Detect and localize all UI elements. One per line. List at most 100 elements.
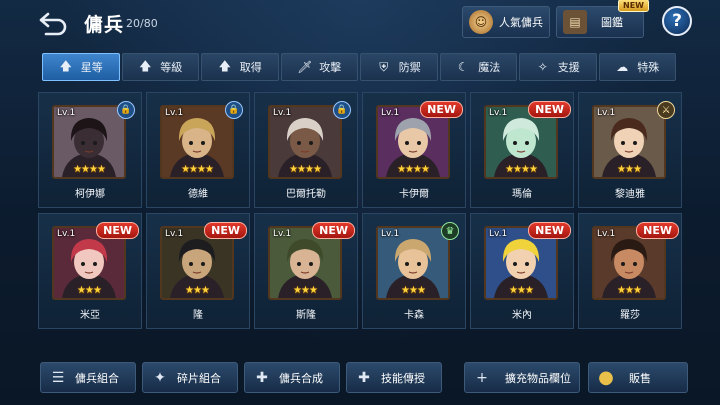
- mercenary-grid: Lv.1 ★★★★ 🔒 柯伊娜 Lv.1 ★★★★ 🔒 德維 Lv.1 ★★★★ 🔒 巴爾托勒 Lv.1…: [38, 92, 684, 356]
- action-button-5[interactable]: ● 販售: [588, 362, 688, 393]
- support-icon: ✧: [537, 60, 548, 74]
- hero-portrait: Lv.1 ★★★: [376, 226, 450, 300]
- hero-name: 巴爾托勒: [286, 189, 326, 200]
- hero-card[interactable]: Lv.1 ★★★★ 🔒 巴爾托勒: [254, 92, 358, 208]
- shield-icon: ⛨: [379, 59, 389, 74]
- hero-level: Lv.1: [273, 229, 292, 239]
- codex-new-badge: NEW: [618, 0, 649, 12]
- help-button[interactable]: ?: [662, 6, 692, 36]
- hero-name: 瑪倫: [512, 189, 532, 200]
- hero-card[interactable]: Lv.1 ★★★ NEW 隆: [146, 213, 250, 329]
- codex-button[interactable]: ▤ 圖鑑 NEW: [556, 0, 649, 38]
- lock-icon: 🔒: [333, 101, 351, 119]
- hero-card[interactable]: Lv.1 ★★★★ 🔒 柯伊娜: [38, 92, 142, 208]
- hero-level: Lv.1: [489, 108, 508, 118]
- help-icon: ?: [672, 11, 682, 31]
- hero-portrait: Lv.1 ★★★★: [52, 105, 126, 179]
- hero-portrait: Lv.1 ★★★: [592, 105, 666, 179]
- tab-5[interactable]: ☾ 魔法: [439, 53, 517, 81]
- action-button-0[interactable]: ☰ 傭兵組合: [40, 362, 136, 393]
- puzzle-icon: ✦: [154, 369, 166, 386]
- mercenary-count: 20/80: [126, 17, 158, 30]
- new-badge: NEW: [312, 222, 355, 239]
- hero-stars: ★★★: [617, 285, 642, 296]
- mercenary-screen: 傭兵 20/80 ☺ 人氣傭兵 ▤ 圖鑑 NEW ? 🡅 星等 🡅 等級 🡅 取得 🗡 攻擊 ⛨…: [0, 0, 720, 405]
- codex-label: 圖鑑: [601, 16, 623, 29]
- lock-icon: 🔒: [117, 101, 135, 119]
- action-button-1[interactable]: ✦ 碎片組合: [142, 362, 238, 393]
- hero-card[interactable]: Lv.1 ★★★ NEW 斯隆: [254, 213, 358, 329]
- team-icon: ☰: [51, 369, 65, 386]
- tab-0[interactable]: 🡅 星等: [42, 53, 120, 81]
- hero-portrait: Lv.1 ★★★★: [268, 105, 342, 179]
- action-button-label: 碎片組合: [177, 371, 221, 385]
- hero-stars: ★★★★: [505, 164, 538, 175]
- hero-name: 隆: [193, 310, 203, 321]
- sort-tabs: 🡅 星等 🡅 等級 🡅 取得 🗡 攻擊 ⛨ 防禦 ☾ 魔法 ✧ 支援 ☁ 特殊: [42, 53, 676, 83]
- hero-name: 斯隆: [296, 310, 316, 321]
- arrow-up-icon: 🡅: [139, 58, 152, 73]
- action-button-4[interactable]: + 擴充物品欄位: [464, 362, 580, 393]
- action-button-3[interactable]: ✚ 技能傳授: [346, 362, 442, 393]
- tab-6[interactable]: ✧ 支援: [519, 53, 597, 81]
- hero-name: 黎迪雅: [615, 189, 645, 200]
- tab-7[interactable]: ☁ 特殊: [598, 53, 676, 81]
- hero-name: 卡森: [404, 310, 424, 321]
- new-badge: NEW: [528, 222, 571, 239]
- action-button-label: 販售: [629, 371, 651, 385]
- tab-label: 取得: [239, 61, 262, 74]
- plus-icon: +: [476, 369, 488, 386]
- hero-card[interactable]: Lv.1 ★★★ NEW 米亞: [38, 213, 142, 329]
- hero-level: Lv.1: [489, 229, 508, 239]
- new-badge: NEW: [528, 101, 571, 118]
- tab-3[interactable]: 🗡 攻擊: [280, 53, 358, 81]
- hero-card[interactable]: Lv.1 ★★★★ 🔒 德維: [146, 92, 250, 208]
- hero-name: 柯伊娜: [75, 189, 105, 200]
- new-badge: NEW: [636, 222, 679, 239]
- hero-stars: ★★★★: [181, 164, 214, 175]
- page-title: 傭兵: [84, 14, 125, 36]
- magic-icon: ☾: [457, 60, 469, 74]
- hero-name: 德維: [188, 189, 208, 200]
- hero-stars: ★★★★: [289, 164, 322, 175]
- tab-label: 支援: [557, 61, 580, 74]
- tab-2[interactable]: 🡅 取得: [201, 53, 279, 81]
- skill-transfer-icon: ✚: [358, 369, 370, 386]
- hero-stars: ★★★★: [397, 164, 430, 175]
- hero-stars: ★★★: [617, 164, 642, 175]
- hero-level: Lv.1: [57, 108, 76, 118]
- hero-stars: ★★★: [401, 285, 426, 296]
- lock-icon: 🔒: [225, 101, 243, 119]
- hero-card[interactable]: Lv.1 ★★★★ NEW 卡伊爾: [362, 92, 466, 208]
- popular-mercenary-button[interactable]: ☺ 人氣傭兵: [462, 6, 550, 38]
- hero-level: Lv.1: [597, 108, 616, 118]
- action-button-label: 技能傳授: [381, 371, 425, 385]
- hero-card[interactable]: Lv.1 ★★★ NEW 羅莎: [578, 213, 682, 329]
- hero-card[interactable]: Lv.1 ★★★ ♛ 卡森: [362, 213, 466, 329]
- hero-stars: ★★★: [185, 285, 210, 296]
- hero-name: 卡伊爾: [399, 189, 429, 200]
- hero-stars: ★★★★: [73, 164, 106, 175]
- top-bar: 傭兵 20/80 ☺ 人氣傭兵 ▤ 圖鑑 NEW ?: [0, 0, 720, 46]
- hero-level: Lv.1: [165, 108, 184, 118]
- action-button-2[interactable]: ✚ 傭兵合成: [244, 362, 340, 393]
- back-button[interactable]: [38, 8, 68, 36]
- tab-4[interactable]: ⛨ 防禦: [360, 53, 438, 81]
- hero-level: Lv.1: [273, 108, 292, 118]
- hero-card[interactable]: Lv.1 ★★★★ NEW 瑪倫: [470, 92, 574, 208]
- merge-icon: ✚: [256, 369, 268, 386]
- hero-card[interactable]: Lv.1 ★★★ ⚔ 黎迪雅: [578, 92, 682, 208]
- tab-label: 星等: [80, 61, 103, 74]
- action-button-label: 擴充物品欄位: [505, 371, 571, 385]
- tab-label: 等級: [160, 61, 183, 74]
- crown-icon: ♛: [441, 222, 459, 240]
- action-button-label: 傭兵組合: [75, 371, 119, 385]
- sword-icon: ⚔: [657, 101, 675, 119]
- action-button-label: 傭兵合成: [279, 371, 323, 385]
- hero-stars: ★★★: [509, 285, 534, 296]
- new-badge: NEW: [96, 222, 139, 239]
- hero-name: 羅莎: [620, 310, 640, 321]
- back-arrow-icon: [39, 12, 67, 36]
- hero-card[interactable]: Lv.1 ★★★ NEW 米內: [470, 213, 574, 329]
- tab-1[interactable]: 🡅 等級: [121, 53, 199, 81]
